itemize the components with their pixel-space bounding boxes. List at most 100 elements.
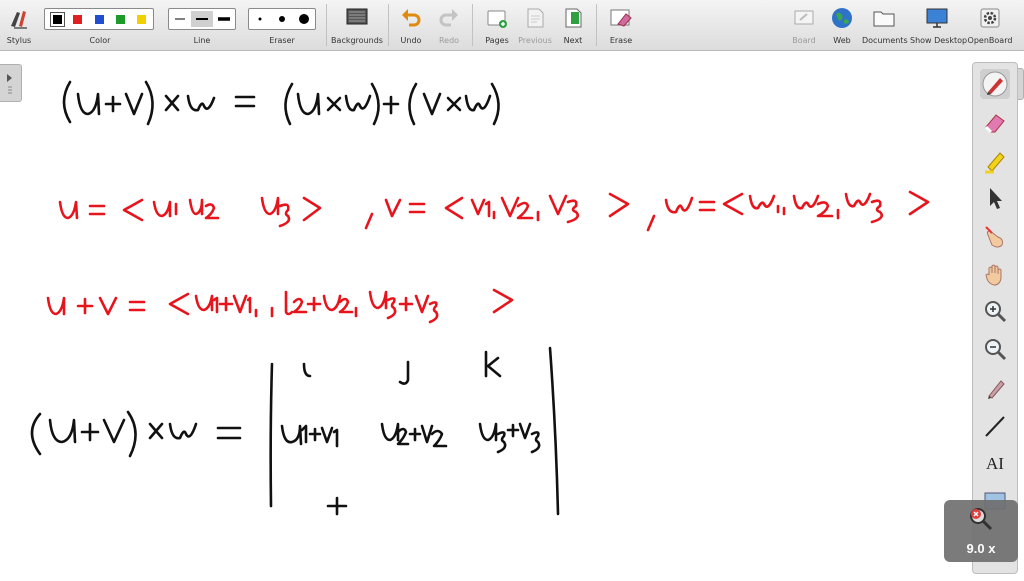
ink-stroke	[212, 296, 219, 314]
web-button[interactable]: Web	[826, 2, 858, 48]
ink-stroke	[260, 196, 280, 216]
color-swatch-black[interactable]	[50, 12, 65, 27]
ink-stroke	[464, 94, 492, 112]
line-label: Line	[193, 36, 211, 45]
ink-stroke	[218, 296, 234, 312]
large-dot-icon	[299, 14, 309, 24]
ink-stroke	[102, 418, 126, 444]
show-desktop-button[interactable]: Show Desktop	[910, 2, 967, 48]
ink-stroke	[530, 431, 541, 454]
zoom-out-button[interactable]	[980, 335, 1010, 365]
line-width-thick[interactable]	[213, 11, 235, 27]
zoom-in-button[interactable]	[980, 297, 1010, 327]
ink-stroke	[478, 422, 498, 442]
ink-stroke	[396, 427, 410, 446]
color-swatch-yellow[interactable]	[137, 15, 146, 24]
redo-icon	[439, 9, 458, 27]
ink-stroke	[204, 203, 220, 220]
backgrounds-button[interactable]: Backgrounds	[330, 2, 384, 48]
ink-stroke	[408, 202, 426, 214]
ink-stroke	[306, 296, 322, 312]
ink-stroke	[870, 199, 884, 224]
ink-stroke	[420, 424, 434, 444]
pages-button[interactable]: Pages	[480, 2, 514, 48]
undo-button[interactable]: Undo	[396, 2, 426, 48]
stylus-tool[interactable]: Stylus	[4, 2, 34, 48]
board-button[interactable]: Board	[788, 2, 820, 48]
ink-stroke	[548, 194, 568, 216]
ink-stroke	[80, 422, 100, 442]
board-label: Board	[792, 36, 816, 45]
line-width-group	[168, 8, 236, 30]
laser-pointer-button[interactable]	[980, 221, 1010, 251]
highlighter-tool-button[interactable]	[980, 145, 1010, 175]
line-width-thin[interactable]	[169, 11, 191, 27]
medium-dot-icon	[279, 16, 285, 22]
capture-pen-icon	[988, 380, 1005, 399]
ink-stroke	[152, 200, 172, 218]
ink-stroke	[722, 192, 744, 216]
handwriting-layer	[30, 80, 930, 516]
color-swatch-green[interactable]	[116, 15, 125, 24]
eraser-size-large[interactable]	[293, 11, 315, 27]
next-button[interactable]: Next	[556, 2, 590, 48]
whiteboard-canvas[interactable]	[22, 51, 970, 576]
color-swatch-blue[interactable]	[95, 15, 104, 24]
ink-stroke	[470, 198, 486, 216]
erase-button[interactable]: Erase	[604, 2, 638, 48]
color-label: Color	[89, 36, 111, 45]
zoom-value: 9.0 x	[966, 541, 996, 556]
ink-stroke	[148, 422, 164, 440]
line-width-medium[interactable]	[191, 11, 213, 27]
ink-stroke	[168, 422, 198, 440]
library-panel-handle[interactable]	[0, 64, 22, 102]
documents-button[interactable]: Documents	[862, 2, 908, 48]
eraser-tool-button[interactable]	[980, 107, 1010, 137]
zoom-indicator: 9.0 x	[944, 500, 1018, 562]
ink-stroke	[168, 292, 190, 316]
previous-button[interactable]: Previous	[516, 2, 554, 48]
ink-stroke	[326, 496, 348, 516]
eraser-size-small[interactable]	[249, 11, 271, 27]
ink-stroke	[302, 362, 312, 378]
ink-stroke	[748, 194, 776, 210]
color-tool[interactable]: Color	[44, 2, 156, 48]
thin-line-icon	[175, 18, 185, 20]
ink-stroke	[62, 80, 72, 124]
pointer-tool-button[interactable]	[980, 183, 1010, 213]
ink-stroke	[490, 82, 500, 126]
ink-stroke	[186, 94, 216, 112]
pen-tool-button[interactable]	[980, 69, 1010, 99]
redo-button[interactable]: Redo	[434, 2, 464, 48]
ink-stroke	[398, 296, 414, 312]
capture-pen-button[interactable]	[980, 373, 1010, 403]
ink-stroke	[380, 422, 400, 442]
ink-stroke	[364, 212, 374, 230]
ink-stroke	[188, 198, 204, 216]
backgrounds-label: Backgrounds	[331, 36, 383, 45]
hand-tool-button[interactable]	[980, 259, 1010, 289]
ink-stroke	[76, 92, 101, 116]
text-icon: AI	[986, 454, 1004, 473]
ink-stroke	[128, 300, 146, 312]
openboard-button[interactable]: OpenBoard	[966, 2, 1014, 48]
zoom-in-icon	[985, 301, 1007, 323]
ink-stroke	[344, 94, 372, 112]
ink-stroke	[446, 96, 462, 112]
text-tool-button[interactable]: AI	[980, 449, 1010, 479]
eraser-tool[interactable]: Eraser	[248, 2, 316, 48]
ink-stroke	[444, 196, 464, 220]
line-draw-button[interactable]	[980, 411, 1010, 441]
ink-stroke	[284, 82, 294, 126]
ink-stroke	[122, 198, 144, 222]
ink-stroke	[88, 204, 106, 216]
zoom-out-icon	[985, 339, 1007, 361]
ink-stroke	[608, 192, 630, 218]
color-swatch-red[interactable]	[73, 15, 82, 24]
ink-stroke	[278, 203, 291, 228]
line-tool[interactable]: Line	[168, 2, 236, 48]
laser-hand-icon	[985, 226, 1003, 248]
ink-stroke	[234, 95, 256, 108]
eraser-size-medium[interactable]	[271, 11, 293, 27]
next-page-icon	[565, 8, 582, 28]
